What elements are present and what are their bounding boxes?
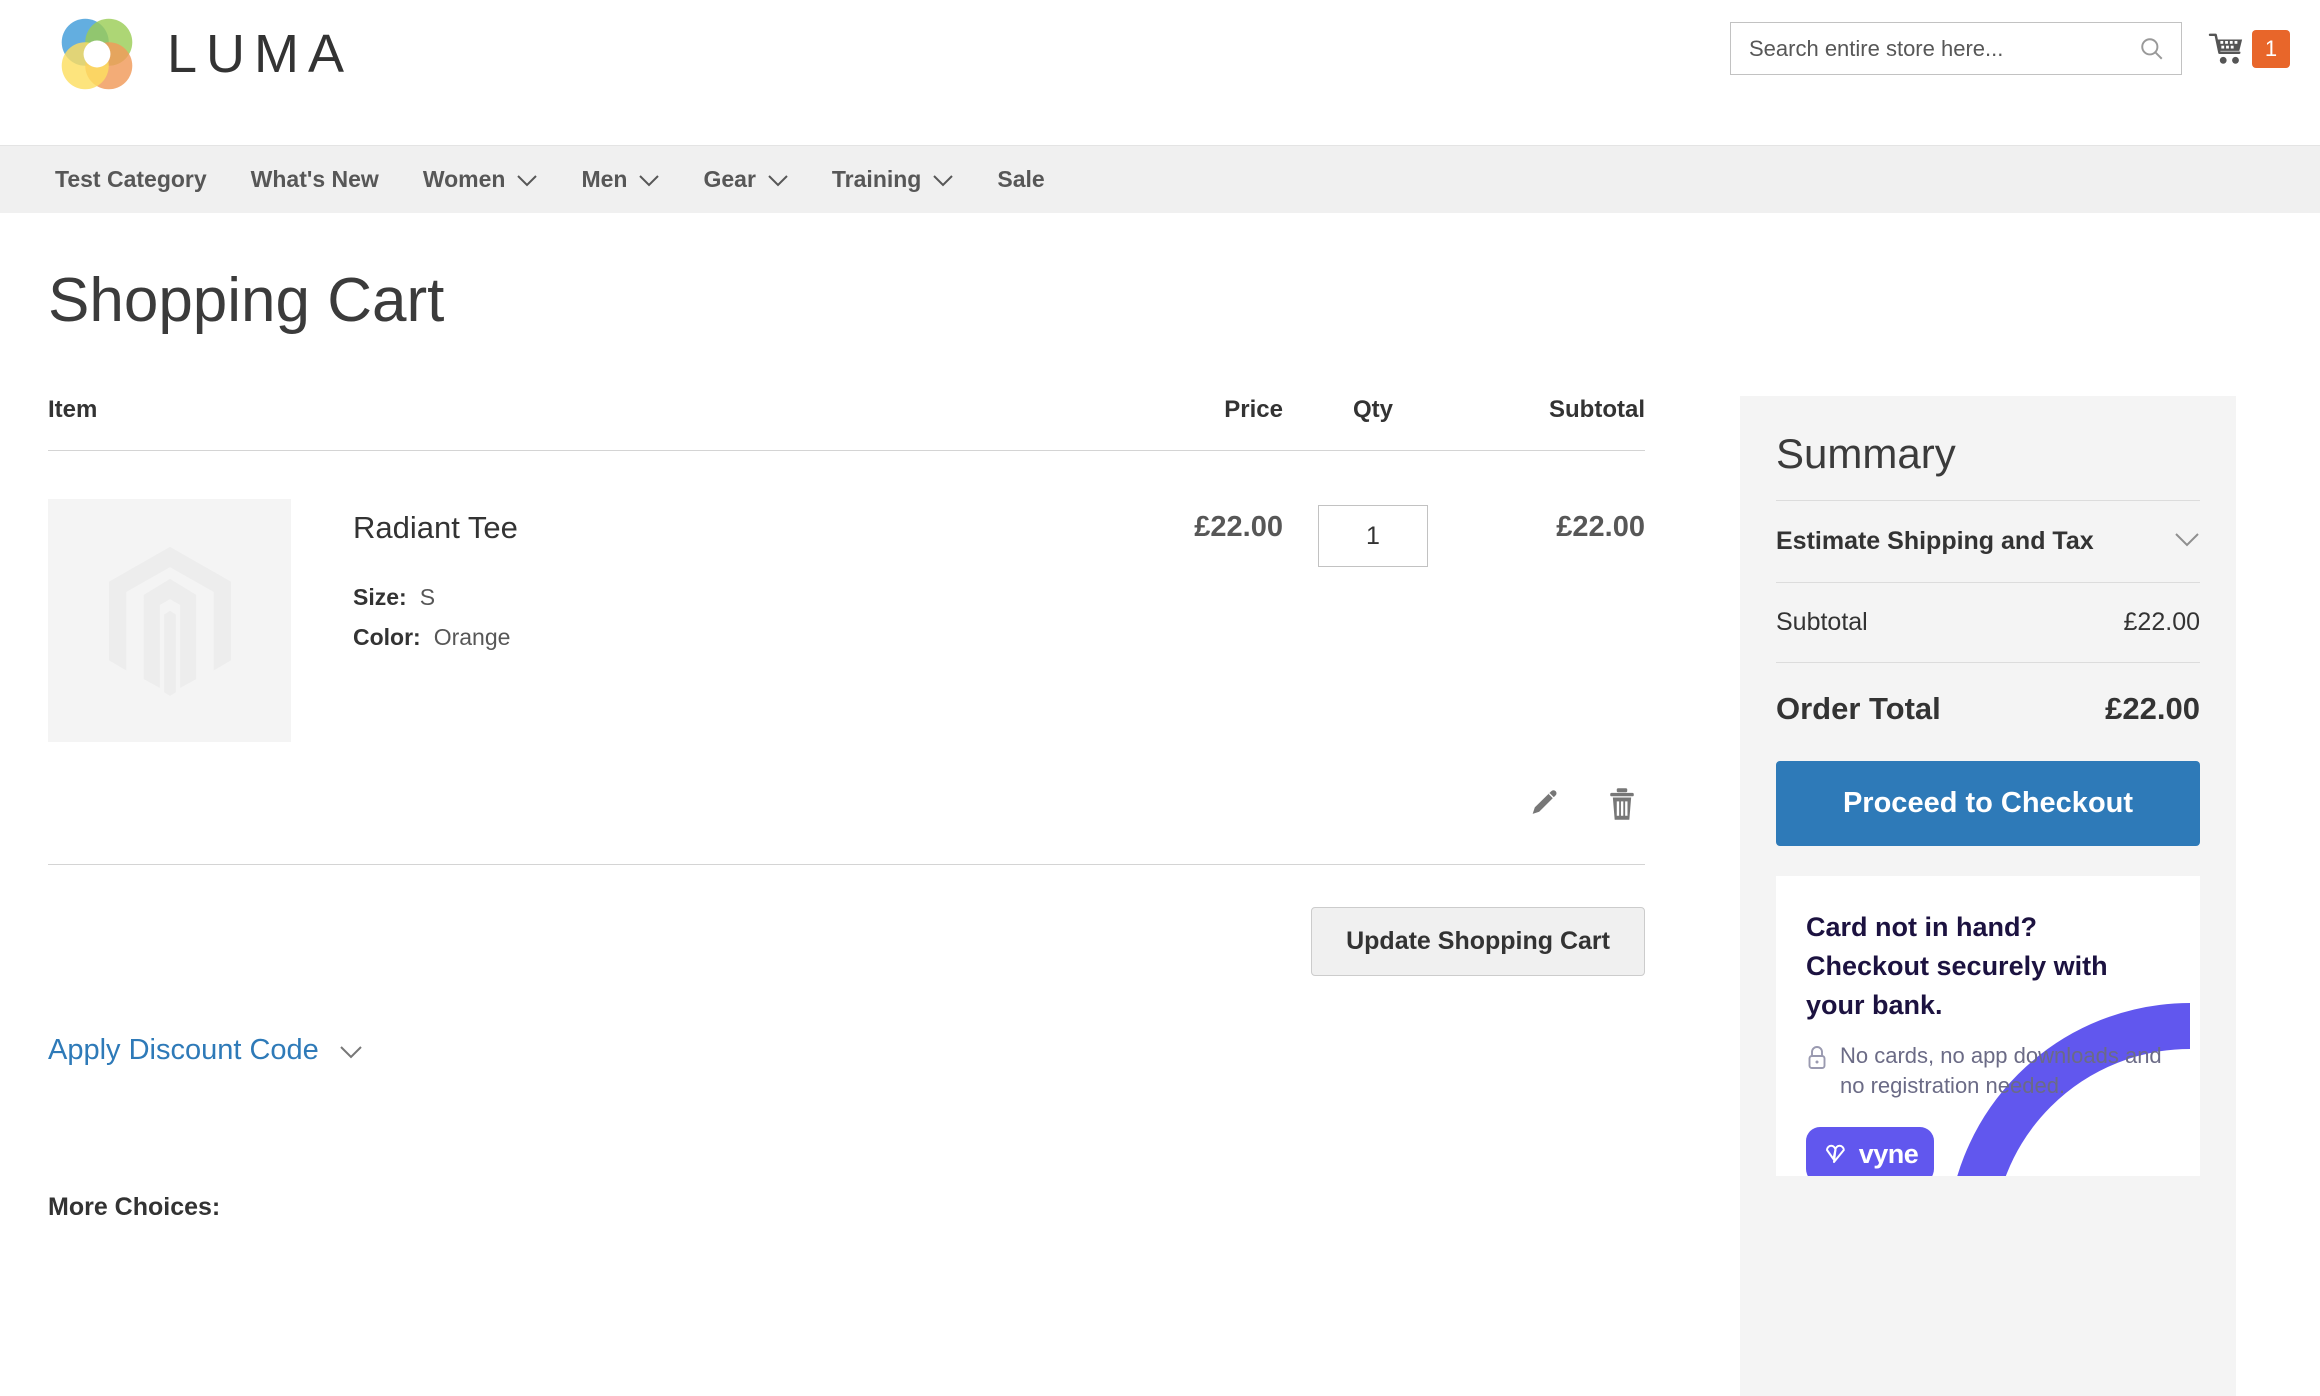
order-total-value: £22.00	[2105, 691, 2200, 726]
nav-label: Gear	[703, 166, 756, 192]
order-total-label: Order Total	[1776, 691, 1941, 726]
estimate-shipping-and-tax-toggle[interactable]: Estimate Shipping and Tax	[1776, 500, 2200, 583]
option-label: Color:	[353, 624, 421, 651]
cart-table: Item Price Qty Subtotal Radiant Tee Size…	[48, 396, 1645, 1222]
nav-label: Women	[422, 166, 506, 192]
brand-name: LUMA	[167, 24, 354, 84]
chevron-down-icon	[339, 1034, 363, 1067]
estimate-shipping-label: Estimate Shipping and Tax	[1776, 527, 2094, 555]
search-input[interactable]	[1731, 23, 2181, 74]
product-thumbnail[interactable]	[48, 499, 291, 742]
quantity-input[interactable]	[1318, 505, 1428, 567]
product-option-color: Color: Orange	[353, 624, 518, 651]
vyne-promo-card[interactable]: Card not in hand? Checkout securely with…	[1776, 876, 2200, 1176]
cart-action-bar: Update Shopping Cart	[48, 907, 1645, 976]
cart-column: Item Price Qty Subtotal Radiant Tee Size…	[0, 396, 1700, 1222]
table-row: Radiant Tee Size: S Color: Orange £22.00…	[48, 451, 1645, 742]
nav-label: Test Category	[55, 166, 207, 192]
product-option-size: Size: S	[353, 584, 518, 611]
column-header-price: Price	[1224, 396, 1283, 423]
magento-placeholder-icon	[108, 546, 231, 696]
search-box[interactable]	[1730, 22, 2182, 75]
nav-item-test-category[interactable]: Test Category	[55, 166, 207, 193]
lock-icon	[1808, 1046, 1826, 1070]
site-header: LUMA 1	[0, 0, 2320, 145]
page-body: Shopping Cart Item Price Qty Subtotal Ra…	[0, 265, 2320, 1396]
chevron-down-icon	[933, 166, 954, 193]
nav-label: Training	[831, 166, 922, 192]
page-title: Shopping Cart	[48, 266, 445, 335]
nav-item-sale[interactable]: Sale	[997, 166, 1044, 193]
vyne-headline-line1: Card not in hand?	[1806, 912, 2037, 942]
nav-item-women[interactable]: Women	[423, 166, 538, 193]
column-header-item: Item	[48, 396, 98, 423]
apply-discount-code-toggle[interactable]: Apply Discount Code	[48, 1034, 1645, 1067]
nav-item-whats-new[interactable]: What's New	[251, 166, 379, 193]
vyne-subtext-row: No cards, no app downloads and no regist…	[1806, 1041, 2170, 1100]
cart-item-cell: Radiant Tee Size: S Color: Orange	[48, 499, 1068, 742]
nav-label: Men	[581, 166, 628, 192]
chevron-down-icon	[517, 166, 538, 193]
product-options: Size: S Color: Orange	[353, 584, 518, 651]
chevron-down-icon	[768, 166, 788, 193]
luma-rings-logo-icon	[61, 18, 133, 90]
cart-table-header: Item Price Qty Subtotal	[48, 396, 1645, 451]
pencil-icon[interactable]	[1527, 787, 1561, 826]
nav-label: What's New	[250, 166, 379, 192]
shopping-cart-icon	[2208, 33, 2243, 64]
main-navigation: Test Category What's New Women Men Gear …	[0, 145, 2320, 213]
item-subtotal: £22.00	[1556, 511, 1645, 543]
nav-label: Sale	[997, 166, 1045, 192]
vyne-heart-icon	[1825, 1144, 1845, 1163]
product-info: Radiant Tee Size: S Color: Orange	[353, 499, 518, 742]
option-label: Size:	[353, 584, 407, 611]
option-value: Orange	[433, 624, 511, 651]
cart-item-qty-cell	[1283, 499, 1463, 742]
order-summary-panel: Summary Estimate Shipping and Tax Subtot…	[1740, 396, 2236, 1396]
summary-order-total: Order Total £22.00	[1776, 663, 2200, 761]
summary-title: Summary	[1776, 430, 1956, 477]
summary-line-value: £22.00	[2123, 608, 2200, 636]
cart-item-actions	[48, 742, 1645, 865]
vyne-subtext: No cards, no app downloads and no regist…	[1840, 1043, 2162, 1099]
summary-line-label: Subtotal	[1776, 608, 1868, 636]
chevron-down-icon	[2174, 532, 2200, 552]
nav-item-gear[interactable]: Gear	[703, 166, 788, 193]
item-price: £22.00	[1194, 511, 1283, 543]
column-header-subtotal: Subtotal	[1549, 396, 1645, 423]
proceed-to-checkout-button[interactable]: Proceed to Checkout	[1776, 761, 2200, 846]
search-icon[interactable]	[2139, 36, 2165, 62]
cart-content: Item Price Qty Subtotal Radiant Tee Size…	[0, 396, 2320, 1396]
option-value: S	[419, 584, 436, 611]
site-logo[interactable]: LUMA	[55, 12, 353, 96]
product-name[interactable]: Radiant Tee	[353, 509, 518, 546]
more-choices-heading: More Choices:	[48, 1193, 221, 1221]
summary-line-subtotal: Subtotal £22.00	[1776, 583, 2200, 663]
vyne-logo-text: vyne	[1858, 1139, 1919, 1170]
cart-link[interactable]: 1	[2208, 29, 2290, 68]
vyne-logo: vyne	[1806, 1126, 1934, 1176]
header-actions: 1	[1730, 22, 2290, 75]
update-shopping-cart-button[interactable]: Update Shopping Cart	[1311, 907, 1645, 976]
chevron-down-icon	[639, 166, 660, 193]
column-header-qty: Qty	[1352, 396, 1393, 423]
cart-count-badge: 1	[2252, 29, 2290, 68]
nav-item-men[interactable]: Men	[581, 166, 660, 193]
trash-icon[interactable]	[1607, 787, 1637, 826]
cart-item-price-cell: £22.00	[1068, 499, 1283, 742]
nav-item-training[interactable]: Training	[831, 166, 954, 193]
cart-item-subtotal-cell: £22.00	[1463, 499, 1645, 742]
discount-link-label: Apply Discount Code	[48, 1034, 319, 1066]
